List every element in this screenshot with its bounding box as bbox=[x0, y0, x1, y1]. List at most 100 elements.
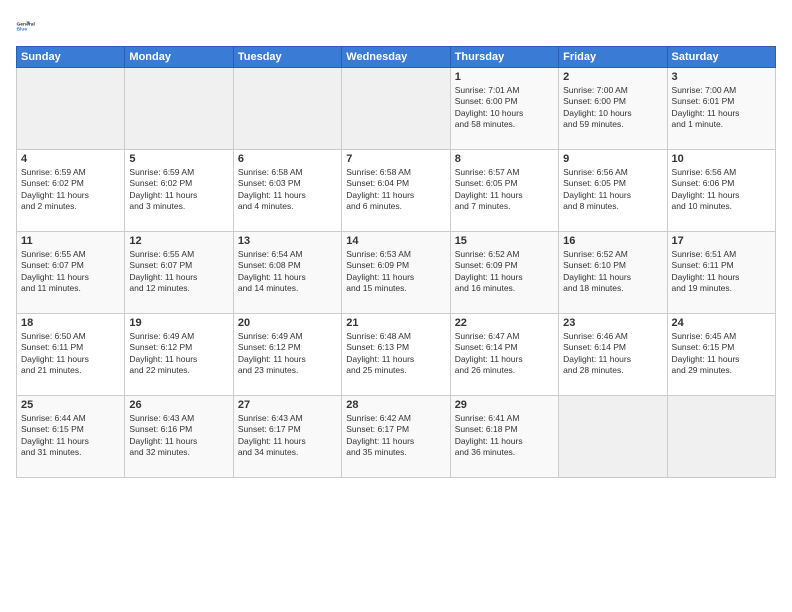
day-number: 5 bbox=[129, 153, 228, 165]
svg-text:General: General bbox=[16, 22, 35, 28]
day-number: 9 bbox=[563, 153, 662, 165]
calendar-cell: 8 Sunrise: 6:57 AM Sunset: 6:05 PM Daylig… bbox=[450, 150, 558, 232]
calendar-cell: 19Sunrise: 6:49 AM Sunset: 6:12 PM Dayli… bbox=[125, 314, 233, 396]
day-info: Sunrise: 6:58 AM Sunset: 6:03 PM Dayligh… bbox=[238, 167, 337, 213]
day-number: 28 bbox=[346, 399, 445, 411]
calendar-cell bbox=[233, 68, 341, 150]
day-number: 27 bbox=[238, 399, 337, 411]
calendar-cell: 7 Sunrise: 6:58 AM Sunset: 6:04 PM Daylig… bbox=[342, 150, 450, 232]
day-info: Sunrise: 7:00 AM Sunset: 6:00 PM Dayligh… bbox=[563, 85, 662, 131]
calendar-week-row: 4 Sunrise: 6:59 AM Sunset: 6:02 PM Daylig… bbox=[17, 150, 776, 232]
day-number: 26 bbox=[129, 399, 228, 411]
day-number: 20 bbox=[238, 317, 337, 329]
calendar-cell: 4 Sunrise: 6:59 AM Sunset: 6:02 PM Daylig… bbox=[17, 150, 125, 232]
calendar-week-row: 11 Sunrise: 6:55 AM Sunset: 6:07 PM Dayli… bbox=[17, 232, 776, 314]
day-number: 4 bbox=[21, 153, 120, 165]
calendar-cell: 29Sunrise: 6:41 AM Sunset: 6:18 PM Dayli… bbox=[450, 396, 558, 478]
day-info: Sunrise: 6:54 AM Sunset: 6:08 PM Dayligh… bbox=[238, 249, 337, 295]
calendar-cell: 24 Sunrise: 6:45 AM Sunset: 6:15 PM Dayli… bbox=[667, 314, 775, 396]
day-number: 11 bbox=[21, 235, 120, 247]
calendar-cell: 1 Sunrise: 7:01 AM Sunset: 6:00 PM Daylig… bbox=[450, 68, 558, 150]
calendar-cell: 17Sunrise: 6:51 AM Sunset: 6:11 PM Dayli… bbox=[667, 232, 775, 314]
day-number: 21 bbox=[346, 317, 445, 329]
day-number: 3 bbox=[672, 71, 771, 83]
calendar-cell: 2 Sunrise: 7:00 AM Sunset: 6:00 PM Daylig… bbox=[559, 68, 667, 150]
day-number: 2 bbox=[563, 71, 662, 83]
calendar-cell: 25Sunrise: 6:44 AM Sunset: 6:15 PM Dayli… bbox=[17, 396, 125, 478]
weekday-header: Tuesday bbox=[233, 47, 341, 68]
calendar-cell: 23 Sunrise: 6:46 AM Sunset: 6:14 PM Dayli… bbox=[559, 314, 667, 396]
weekday-header: Friday bbox=[559, 47, 667, 68]
day-info: Sunrise: 6:47 AM Sunset: 6:14 PM Dayligh… bbox=[455, 331, 554, 377]
calendar-week-row: 25Sunrise: 6:44 AM Sunset: 6:15 PM Dayli… bbox=[17, 396, 776, 478]
calendar-cell bbox=[125, 68, 233, 150]
day-number: 16 bbox=[563, 235, 662, 247]
day-number: 24 bbox=[672, 317, 771, 329]
day-info: Sunrise: 6:45 AM Sunset: 6:15 PM Dayligh… bbox=[672, 331, 771, 377]
calendar-cell: 20 Sunrise: 6:49 AM Sunset: 6:12 PM Dayli… bbox=[233, 314, 341, 396]
calendar-cell: 13 Sunrise: 6:54 AM Sunset: 6:08 PM Dayli… bbox=[233, 232, 341, 314]
weekday-header: Wednesday bbox=[342, 47, 450, 68]
day-info: Sunrise: 6:59 AM Sunset: 6:02 PM Dayligh… bbox=[21, 167, 120, 213]
day-number: 15 bbox=[455, 235, 554, 247]
day-info: Sunrise: 7:00 AM Sunset: 6:01 PM Dayligh… bbox=[672, 85, 771, 131]
day-info: Sunrise: 6:49 AM Sunset: 6:12 PM Dayligh… bbox=[129, 331, 228, 377]
day-number: 23 bbox=[563, 317, 662, 329]
calendar-cell: 14 Sunrise: 6:53 AM Sunset: 6:09 PM Dayli… bbox=[342, 232, 450, 314]
day-info: Sunrise: 6:55 AM Sunset: 6:07 PM Dayligh… bbox=[129, 249, 228, 295]
day-number: 7 bbox=[346, 153, 445, 165]
day-info: Sunrise: 6:58 AM Sunset: 6:04 PM Dayligh… bbox=[346, 167, 445, 213]
calendar-cell: 15 Sunrise: 6:52 AM Sunset: 6:09 PM Dayli… bbox=[450, 232, 558, 314]
day-info: Sunrise: 6:48 AM Sunset: 6:13 PM Dayligh… bbox=[346, 331, 445, 377]
calendar-cell: 10Sunrise: 6:56 AM Sunset: 6:06 PM Dayli… bbox=[667, 150, 775, 232]
day-info: Sunrise: 6:44 AM Sunset: 6:15 PM Dayligh… bbox=[21, 413, 120, 459]
day-number: 12 bbox=[129, 235, 228, 247]
day-number: 18 bbox=[21, 317, 120, 329]
calendar-cell: 27Sunrise: 6:43 AM Sunset: 6:17 PM Dayli… bbox=[233, 396, 341, 478]
calendar-cell bbox=[559, 396, 667, 478]
calendar-week-row: 1 Sunrise: 7:01 AM Sunset: 6:00 PM Daylig… bbox=[17, 68, 776, 150]
day-info: Sunrise: 6:59 AM Sunset: 6:02 PM Dayligh… bbox=[129, 167, 228, 213]
logo: General Blue bbox=[16, 12, 44, 40]
calendar-cell: 22 Sunrise: 6:47 AM Sunset: 6:14 PM Dayli… bbox=[450, 314, 558, 396]
svg-text:Blue: Blue bbox=[16, 27, 27, 33]
calendar-cell: 9 Sunrise: 6:56 AM Sunset: 6:05 PM Daylig… bbox=[559, 150, 667, 232]
calendar-cell bbox=[17, 68, 125, 150]
weekday-header: Thursday bbox=[450, 47, 558, 68]
calendar-cell: 5 Sunrise: 6:59 AM Sunset: 6:02 PM Daylig… bbox=[125, 150, 233, 232]
calendar-cell bbox=[667, 396, 775, 478]
day-info: Sunrise: 6:56 AM Sunset: 6:05 PM Dayligh… bbox=[563, 167, 662, 213]
calendar-header-row: SundayMondayTuesdayWednesdayThursdayFrid… bbox=[17, 47, 776, 68]
day-number: 22 bbox=[455, 317, 554, 329]
calendar-cell bbox=[342, 68, 450, 150]
calendar-cell: 28 Sunrise: 6:42 AM Sunset: 6:17 PM Dayli… bbox=[342, 396, 450, 478]
day-info: Sunrise: 6:57 AM Sunset: 6:05 PM Dayligh… bbox=[455, 167, 554, 213]
calendar-cell: 11Sunrise: 6:55 AM Sunset: 6:07 PM Dayli… bbox=[17, 232, 125, 314]
weekday-header: Saturday bbox=[667, 47, 775, 68]
calendar-cell: 21 Sunrise: 6:48 AM Sunset: 6:13 PM Dayli… bbox=[342, 314, 450, 396]
day-info: Sunrise: 6:46 AM Sunset: 6:14 PM Dayligh… bbox=[563, 331, 662, 377]
day-info: Sunrise: 6:52 AM Sunset: 6:09 PM Dayligh… bbox=[455, 249, 554, 295]
day-info: Sunrise: 6:41 AM Sunset: 6:18 PM Dayligh… bbox=[455, 413, 554, 459]
day-info: Sunrise: 6:51 AM Sunset: 6:11 PM Dayligh… bbox=[672, 249, 771, 295]
day-number: 6 bbox=[238, 153, 337, 165]
day-info: Sunrise: 6:49 AM Sunset: 6:12 PM Dayligh… bbox=[238, 331, 337, 377]
calendar-cell: 3 Sunrise: 7:00 AM Sunset: 6:01 PM Daylig… bbox=[667, 68, 775, 150]
day-info: Sunrise: 6:53 AM Sunset: 6:09 PM Dayligh… bbox=[346, 249, 445, 295]
day-info: Sunrise: 6:52 AM Sunset: 6:10 PM Dayligh… bbox=[563, 249, 662, 295]
day-info: Sunrise: 6:43 AM Sunset: 6:16 PM Dayligh… bbox=[129, 413, 228, 459]
day-number: 1 bbox=[455, 71, 554, 83]
weekday-header: Sunday bbox=[17, 47, 125, 68]
calendar-cell: 26 Sunrise: 6:43 AM Sunset: 6:16 PM Dayli… bbox=[125, 396, 233, 478]
day-number: 10 bbox=[672, 153, 771, 165]
day-number: 13 bbox=[238, 235, 337, 247]
calendar-cell: 12 Sunrise: 6:55 AM Sunset: 6:07 PM Dayli… bbox=[125, 232, 233, 314]
calendar-week-row: 18Sunrise: 6:50 AM Sunset: 6:11 PM Dayli… bbox=[17, 314, 776, 396]
calendar-cell: 6 Sunrise: 6:58 AM Sunset: 6:03 PM Daylig… bbox=[233, 150, 341, 232]
day-number: 8 bbox=[455, 153, 554, 165]
weekday-header: Monday bbox=[125, 47, 233, 68]
day-info: Sunrise: 6:42 AM Sunset: 6:17 PM Dayligh… bbox=[346, 413, 445, 459]
day-number: 14 bbox=[346, 235, 445, 247]
day-info: Sunrise: 7:01 AM Sunset: 6:00 PM Dayligh… bbox=[455, 85, 554, 131]
page: General Blue SundayMondayTuesdayWednesda… bbox=[0, 0, 792, 612]
